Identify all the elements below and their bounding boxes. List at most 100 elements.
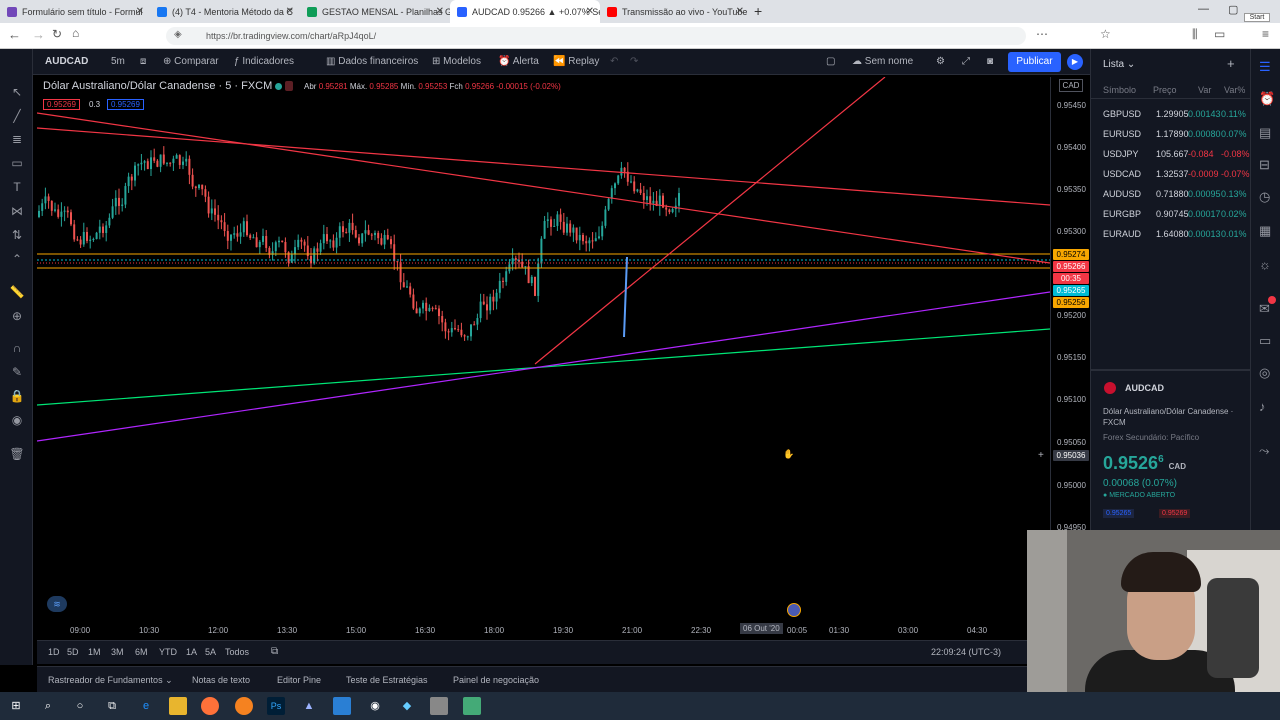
zoom-icon[interactable]: ⊕ [9, 309, 25, 323]
menu-icon[interactable]: ≡ [1262, 27, 1269, 41]
sell-price[interactable]: 0.95269 [43, 99, 80, 110]
watchlist-row[interactable]: EURGBP 0.90745 0.00017 0.02% [1091, 204, 1251, 224]
eye-icon[interactable]: ◉ [9, 413, 25, 427]
home-icon[interactable]: ⌂ [72, 26, 79, 40]
tab-trading-panel[interactable]: Painel de negociação [453, 675, 539, 685]
range-6m[interactable]: 6M [135, 647, 148, 657]
sidebar-icon[interactable]: ▭ [1214, 27, 1225, 41]
layout-name[interactable]: ☁ Sem nome [852, 49, 913, 75]
library-icon[interactable]: ⫼ [1192, 27, 1198, 42]
close-icon[interactable]: ✕ [736, 6, 744, 17]
collapse-icon[interactable]: ⌃ [9, 252, 25, 266]
pattern-icon[interactable]: ⋈ [9, 204, 25, 218]
watchlist-row[interactable]: AUDUSD 0.71880 0.00095 0.13% [1091, 184, 1251, 204]
details-bid[interactable]: 0.95265 [1103, 509, 1135, 518]
minimize-icon[interactable]: — [1198, 3, 1209, 15]
browser-tab-5[interactable]: Transmissão ao vivo - YouTube ✕ [600, 0, 750, 23]
chart-type-icon[interactable]: ⧈ [140, 49, 146, 75]
column-header[interactable]: Var% [1224, 85, 1245, 95]
new-tab-icon[interactable]: + [754, 3, 762, 19]
firefox-icon[interactable] [201, 697, 219, 715]
ideas-icon[interactable]: ☼ [1259, 257, 1271, 272]
settings-icon[interactable]: ⚙ [936, 49, 945, 75]
start-button[interactable]: Start [1244, 13, 1270, 22]
streams-icon[interactable]: ▭ [1259, 333, 1271, 349]
more-icon[interactable]: ⋯ [1036, 27, 1048, 41]
panel-divider[interactable] [1091, 369, 1251, 371]
interval-select[interactable]: 5m [111, 49, 125, 75]
chat-icon[interactable]: ✉ [1259, 301, 1270, 317]
buy-price[interactable]: 0.95269 [107, 99, 144, 110]
symbol-search[interactable]: AUDCAD [45, 49, 88, 75]
range-5y[interactable]: 5A [205, 647, 216, 657]
star-icon[interactable]: ☆ [1100, 27, 1111, 41]
time-axis[interactable]: 09:00 10:30 12:00 13:30 15:00 16:30 18:0… [37, 620, 1050, 638]
hotlist-icon[interactable]: ⊟ [1259, 157, 1270, 173]
range-1y[interactable]: 1A [186, 647, 197, 657]
windows-start-icon[interactable]: ⊞ [7, 697, 25, 715]
obs-icon[interactable]: ◉ [366, 697, 384, 715]
maximize-icon[interactable]: ▢ [1228, 3, 1238, 16]
ruler-icon[interactable]: 📏 [9, 285, 25, 299]
calculator-icon[interactable] [430, 697, 448, 715]
range-5d[interactable]: 5D [67, 647, 79, 657]
watchlist-icon[interactable]: ☰ [1259, 59, 1271, 75]
column-header[interactable]: Símbolo [1103, 85, 1136, 95]
cursor-icon[interactable]: ↖ [9, 85, 25, 99]
details-ask[interactable]: 0.95269 [1159, 509, 1191, 518]
prediction-icon[interactable]: ⇅ [9, 228, 25, 242]
close-icon[interactable]: ✕ [586, 6, 594, 17]
browser-tab-3[interactable]: GESTAO MENSAL - Planilhas G ✕ [300, 0, 450, 23]
close-icon[interactable]: ✕ [136, 6, 144, 17]
app-icon[interactable] [463, 697, 481, 715]
add-symbol-icon[interactable]: + [1227, 56, 1235, 71]
range-3m[interactable]: 3M [111, 647, 124, 657]
tradingview-logo-icon[interactable]: ≋ [47, 596, 67, 612]
notifications-icon[interactable]: ♪ [1259, 399, 1266, 414]
pencil-lock-icon[interactable]: ✎ [9, 365, 25, 379]
event-marker-icon[interactable] [787, 603, 801, 617]
layout-icon[interactable]: ▢ [826, 49, 835, 75]
range-1m[interactable]: 1M [88, 647, 101, 657]
photoshop-icon[interactable]: Ps [267, 697, 285, 715]
templates-button[interactable]: ⊞ Modelos [432, 49, 481, 75]
browser-tab-1[interactable]: Formulário sem título - Formul ✕ [0, 0, 150, 23]
back-icon[interactable]: ← [8, 27, 21, 42]
watchlist-row[interactable]: USDJPY 105.667 -0.084 -0.08% [1091, 144, 1251, 164]
reload-icon[interactable]: ↻ [52, 27, 62, 41]
replay-button[interactable]: ⏪ Replay [553, 49, 599, 75]
trend-line-red-rising[interactable] [534, 77, 886, 365]
camera-icon[interactable]: ◙ [987, 49, 993, 75]
watchlist-row[interactable]: USDCAD 1.32537 -0.0009 -0.07% [1091, 164, 1251, 184]
tab-screener[interactable]: Rastreador de Fundamentos ⌄ [48, 675, 173, 686]
browser-tab-4[interactable]: AUDCAD 0.95266 ▲ +0.07% Se ✕ [450, 0, 600, 23]
edge-icon[interactable]: e [137, 697, 155, 715]
watchlist-row[interactable]: EURUSD 1.17890 0.00080 0.07% [1091, 124, 1251, 144]
app-icon[interactable] [235, 697, 253, 715]
indicators-button[interactable]: ƒ Indicadores [234, 49, 294, 75]
forward-icon[interactable]: → [32, 27, 45, 42]
close-icon[interactable]: ✕ [286, 6, 294, 17]
trash-icon[interactable]: 🗑 [9, 447, 25, 461]
lock-icon[interactable]: 🔒 [9, 389, 25, 403]
goto-date-icon[interactable]: ⧉ [271, 646, 278, 657]
fib-icon[interactable]: ≣ [9, 132, 25, 146]
app-icon[interactable]: ▲ [300, 697, 318, 715]
publish-button[interactable]: Publicar [1008, 52, 1061, 72]
add-icon[interactable]: + [1038, 450, 1044, 461]
watchlist-row[interactable]: GBPUSD 1.29905 0.00143 0.11% [1091, 104, 1251, 124]
task-view-icon[interactable]: ⧉ [103, 697, 121, 715]
signal-icon[interactable]: ⤳ [1259, 443, 1269, 459]
redo-icon[interactable]: ↷ [630, 49, 638, 75]
alerts-icon[interactable]: ⏰ [1259, 91, 1275, 107]
explorer-icon[interactable] [169, 697, 187, 715]
text-icon[interactable]: T [9, 180, 25, 194]
trend-line-red-lower[interactable] [37, 112, 1050, 264]
tab-pine-editor[interactable]: Editor Pine [277, 675, 321, 685]
tab-strategy-tester[interactable]: Teste de Estratégias [346, 675, 428, 685]
trend-line-purple[interactable] [37, 291, 1050, 442]
calendar-icon[interactable]: ◷ [1259, 189, 1270, 205]
range-ytd[interactable]: YTD [159, 647, 177, 657]
close-icon[interactable]: ✕ [436, 6, 444, 17]
watchlist-row[interactable]: EURAUD 1.64080 0.00013 0.01% [1091, 224, 1251, 244]
